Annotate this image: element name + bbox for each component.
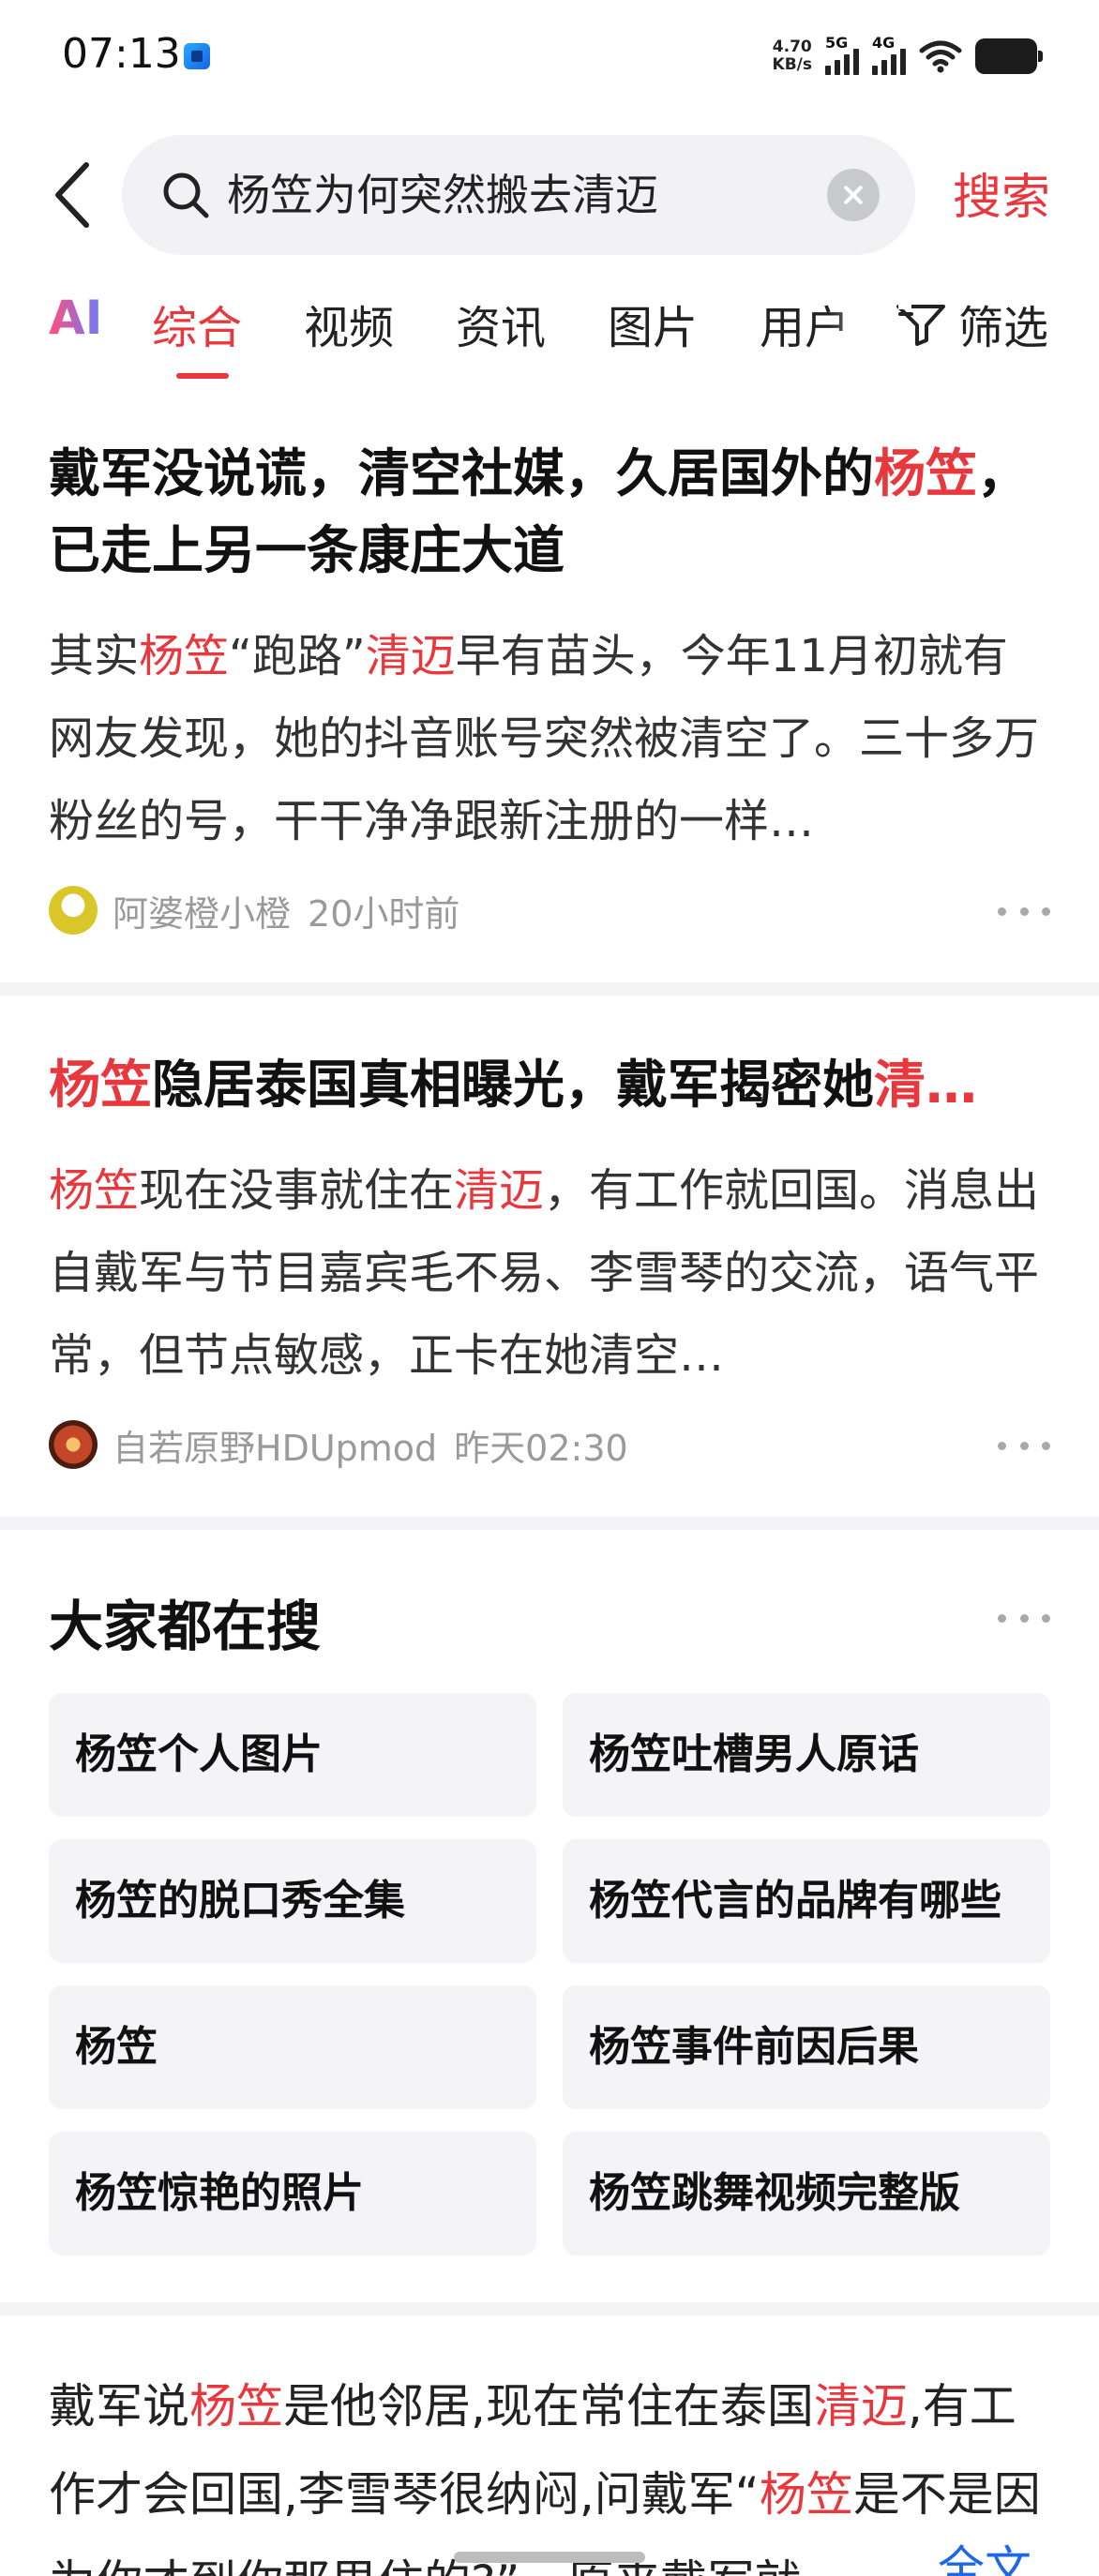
author-name: 阿婆橙小橙 [113, 892, 292, 935]
result-meta: 自若原野HDUpmod 昨天02:30 [49, 1419, 628, 1470]
signal-5g-label: 5G [825, 34, 849, 52]
tab-video[interactable]: 视频 [304, 291, 394, 375]
publish-time: 昨天02:30 [454, 1427, 628, 1469]
publish-time: 20小时前 [308, 892, 460, 935]
filter-label: 筛选 [958, 302, 1049, 354]
filter-icon [896, 304, 945, 346]
suggestion-chip[interactable]: 杨笠的脱口秀全集 [49, 1839, 536, 1963]
result-snippet: 杨笠现在没事就住在清迈，有工作就回国。消息出自戴军与节目嘉宾毛不易、李雪琴的交流… [49, 1164, 1040, 1382]
network-speed-unit: KB/s [772, 55, 812, 74]
result-meta: 阿婆橙小橙 20小时前 [49, 885, 459, 936]
suggestion-chip[interactable]: 杨笠个人图片 [49, 1693, 536, 1817]
suggestion-chip[interactable]: 杨笠事件前因后果 [563, 1985, 1050, 2109]
network-speed: 4.70 KB/s [773, 38, 812, 74]
status-time: 07:13 [62, 30, 181, 78]
divider [0, 982, 1099, 996]
search-input[interactable]: 杨笠为何突然搬去清迈 [122, 135, 915, 255]
result-title[interactable]: 戴军没说谎，清空社媒，久居国外的杨笠，已走上另一条康庄大道 [49, 435, 1052, 589]
signal-icon: 5G [825, 34, 859, 75]
status-bar: 07:13 4.70 KB/s 5G 4G [0, 0, 1099, 112]
avatar [49, 886, 98, 935]
home-indicator[interactable] [454, 2552, 645, 2563]
search-query-text[interactable]: 杨笠为何突然搬去清迈 [227, 135, 658, 255]
battery-icon [975, 38, 1043, 74]
suggestion-chip[interactable]: 杨笠 [49, 1985, 536, 2109]
app-icon [184, 43, 210, 69]
signal-icon: 4G [872, 34, 906, 75]
search-button[interactable]: 搜索 [953, 157, 1050, 228]
network-speed-value: 4.70 [772, 37, 812, 56]
clear-icon[interactable] [827, 169, 880, 221]
avatar [49, 1420, 98, 1469]
result-title[interactable]: 杨笠隐居泰国真相曝光，戴军揭密她清… [49, 1046, 1052, 1123]
filter-button[interactable]: 筛选 [885, 291, 1049, 356]
tab-bar: AI 综合 视频 资讯 图片 用户 筛选 [0, 291, 1099, 384]
more-options-icon[interactable] [998, 1609, 1050, 1627]
more-options-icon[interactable] [998, 902, 1050, 921]
status-icons: 4.70 KB/s 5G 4G [773, 34, 1043, 79]
wifi-icon [919, 40, 962, 73]
author-name: 自若原野HDUpmod [113, 1427, 438, 1469]
suggestions-title: 大家都在搜 [49, 1595, 322, 1658]
suggestion-chip[interactable]: 杨笠惊艳的照片 [49, 2132, 536, 2255]
full-text-link[interactable]: 全文 [919, 2531, 1031, 2576]
tab-comprehensive[interactable]: 综合 [152, 291, 242, 379]
tab-news[interactable]: 资讯 [456, 291, 546, 375]
more-options-icon[interactable] [998, 1436, 1050, 1455]
divider [0, 2302, 1099, 2315]
back-arrow-icon[interactable] [49, 161, 98, 229]
suggestion-chip[interactable]: 杨笠代言的品牌有哪些 [563, 1839, 1050, 1963]
result-snippet[interactable]: 戴军说杨笠是他邻居,现在常住在泰国清迈,有工作才会回国,李雪琴很纳闷,问戴军“杨… [49, 2362, 1061, 2576]
divider [0, 1517, 1099, 1530]
suggestion-chip[interactable]: 杨笠跳舞视频完整版 [563, 2132, 1050, 2255]
search-icon [163, 172, 209, 218]
tab-ai[interactable]: AI [49, 291, 102, 375]
tab-images[interactable]: 图片 [608, 291, 698, 375]
suggestion-chip[interactable]: 杨笠吐槽男人原话 [563, 1693, 1050, 1817]
signal-4g-label: 4G [872, 34, 896, 52]
result-snippet: 其实杨笠“跑路”清迈早有苗头，今年11月初就有网友发现，她的抖音账号突然被清空了… [49, 630, 1040, 847]
